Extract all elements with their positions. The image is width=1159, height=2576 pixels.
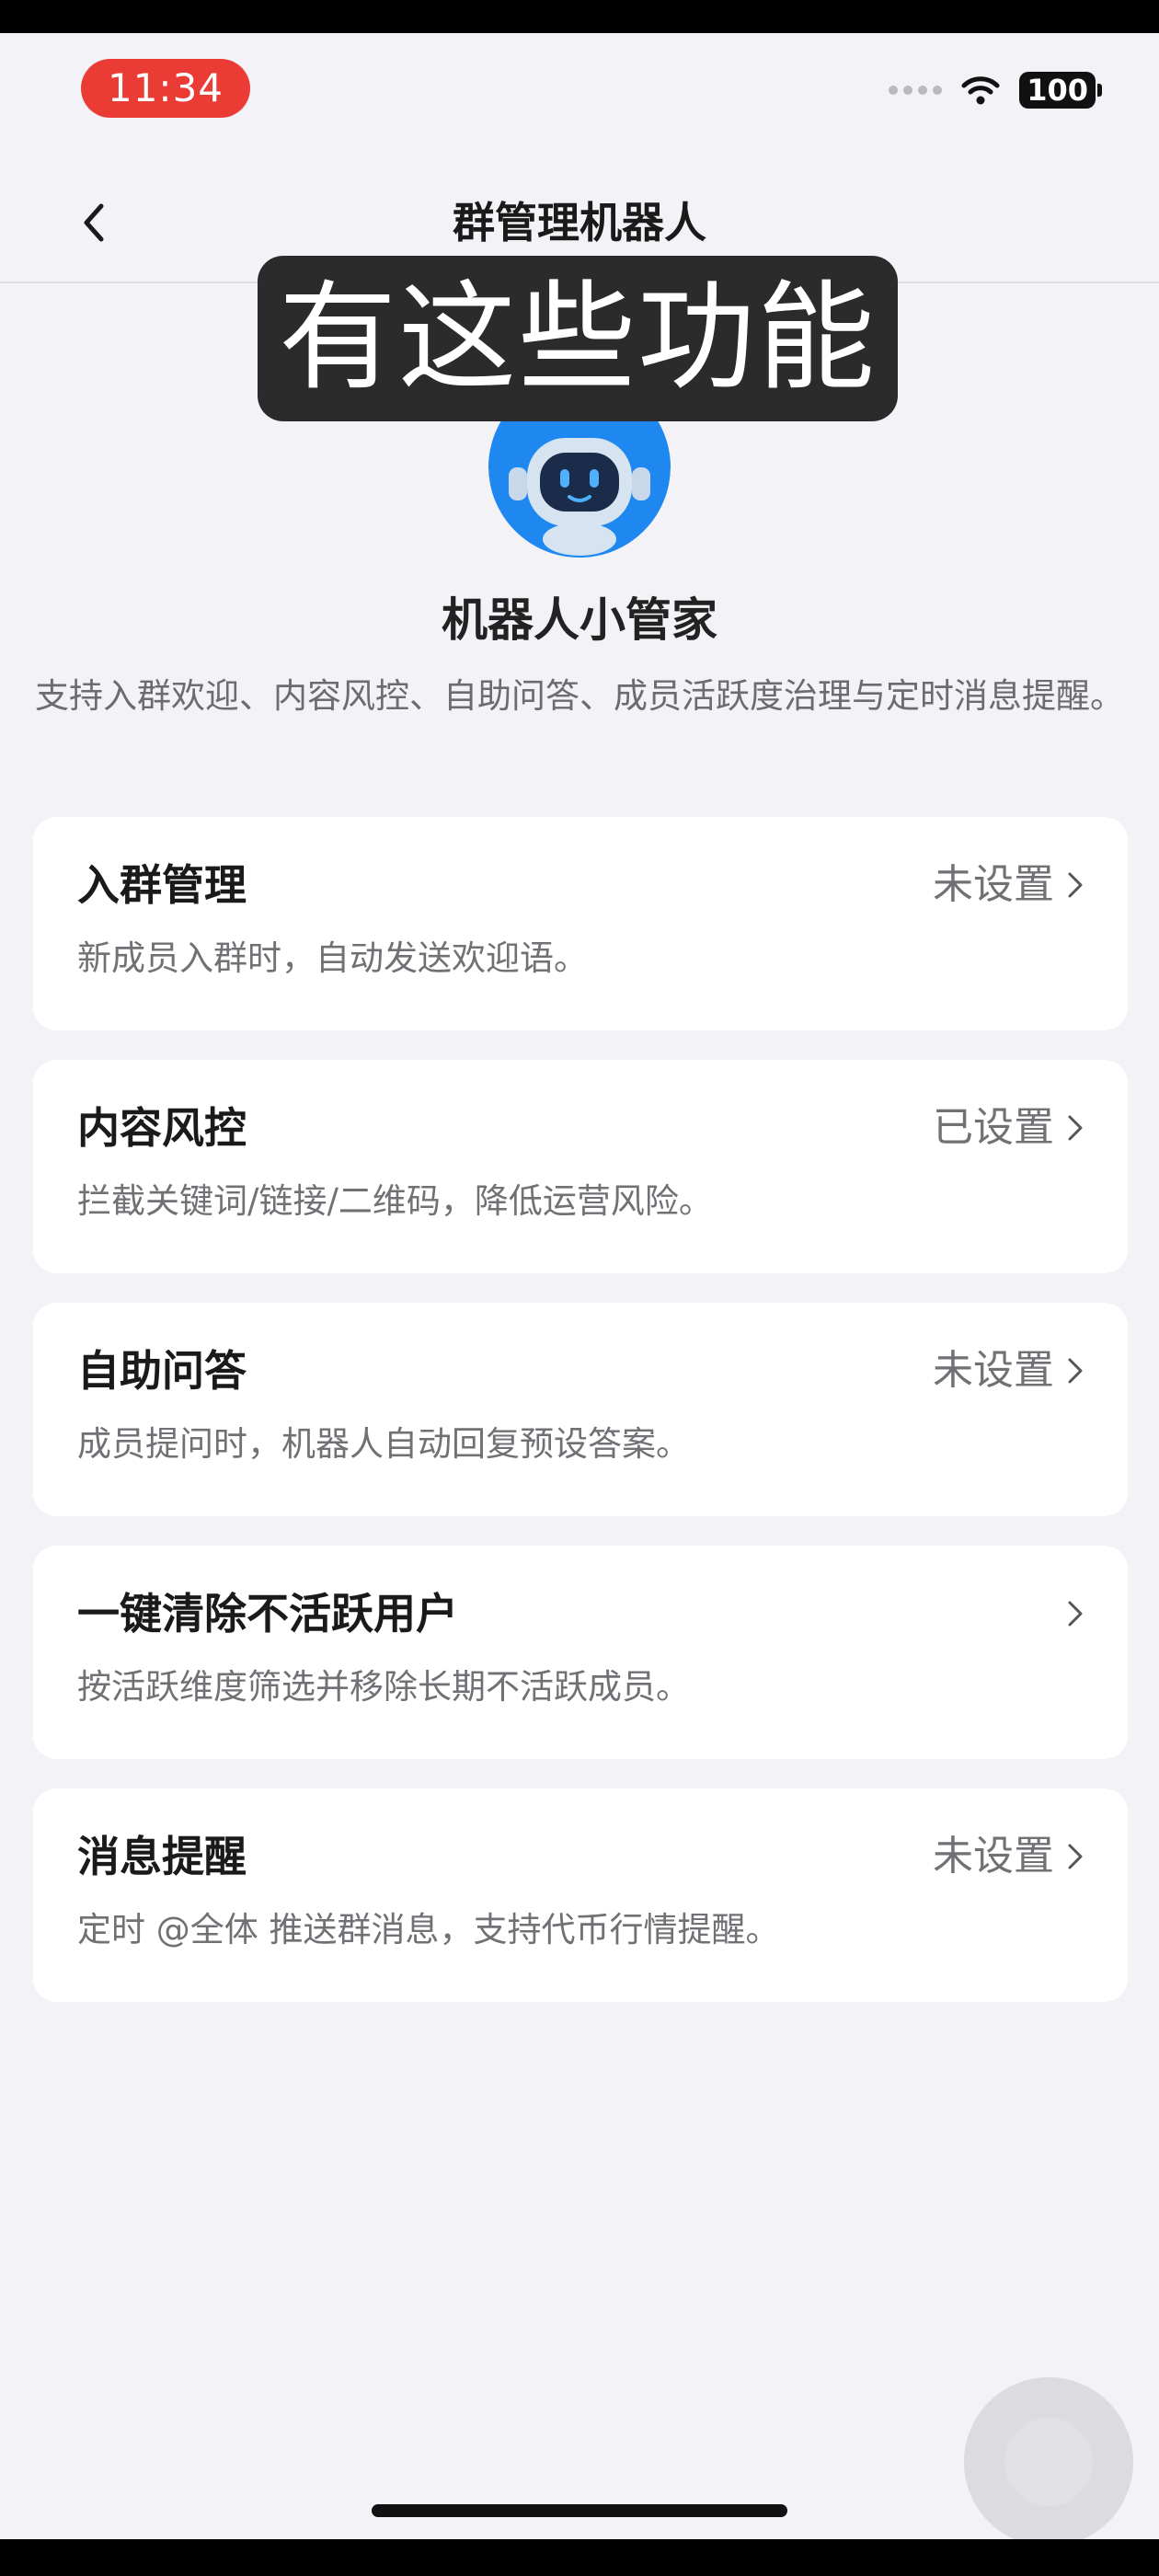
chevron-right-icon xyxy=(1068,1601,1083,1627)
feature-description: 成员提问时，机器人自动回复预设答案。 xyxy=(77,1424,690,1464)
video-caption-overlay: 有这些功能 xyxy=(258,256,898,421)
feature-status-area: 未设置 xyxy=(933,1829,1084,1884)
chevron-right-icon xyxy=(1068,1844,1083,1869)
feature-status: 已设置 xyxy=(933,1104,1054,1151)
bot-name: 机器人小管家 xyxy=(442,593,717,647)
feature-status: 未设置 xyxy=(933,861,1054,908)
battery-level: 100 xyxy=(1019,72,1096,109)
battery-icon: 100 xyxy=(1019,72,1102,109)
assistive-touch-icon xyxy=(1004,2418,1093,2506)
feature-description: 新成员入群时，自动发送欢迎语。 xyxy=(77,938,588,978)
feature-status: 未设置 xyxy=(933,1833,1054,1880)
feature-status-area: 未设置 xyxy=(933,1343,1084,1398)
screen: 11:34 100 群管理机器人 有这些功能 机器人小管家 支持入群欢迎、内容风… xyxy=(0,33,1159,2539)
feature-title: 内容风控 xyxy=(77,1103,247,1153)
feature-status-area: 未设置 xyxy=(933,857,1084,913)
feature-title: 入群管理 xyxy=(77,860,247,910)
feature-card-message-reminder[interactable]: 消息提醒 未设置 定时 @全体 推送群消息，支持代币行情提醒。 xyxy=(33,1788,1128,2002)
chevron-right-icon xyxy=(1068,1358,1083,1384)
feature-title: 消息提醒 xyxy=(77,1832,247,1881)
bot-description: 支持入群欢迎、内容风控、自助问答、成员活跃度治理与定时消息提醒。 xyxy=(35,676,1124,716)
feature-card-self-service-qa[interactable]: 自助问答 未设置 成员提问时，机器人自动回复预设答案。 xyxy=(33,1303,1128,1516)
feature-description: 定时 @全体 推送群消息，支持代币行情提醒。 xyxy=(77,1910,780,1949)
wifi-icon xyxy=(961,76,1000,105)
feature-card-content-moderation[interactable]: 内容风控 已设置 拦截关键词/链接/二维码，降低运营风险。 xyxy=(33,1060,1128,1273)
cellular-signal-icon xyxy=(889,86,943,95)
robot-icon xyxy=(488,401,671,558)
chevron-right-icon xyxy=(1068,1115,1083,1141)
feature-status-area: 已设置 xyxy=(933,1100,1084,1156)
feature-status-area xyxy=(1054,1586,1084,1641)
feature-status: 未设置 xyxy=(933,1347,1054,1394)
feature-card-join-management[interactable]: 入群管理 未设置 新成员入群时，自动发送欢迎语。 xyxy=(33,817,1128,1030)
page-title: 群管理机器人 xyxy=(453,198,706,247)
feature-description: 拦截关键词/链接/二维码，降低运营风险。 xyxy=(77,1181,713,1221)
feature-card-remove-inactive-users[interactable]: 一键清除不活跃用户 按活跃维度筛选并移除长期不活跃成员。 xyxy=(33,1546,1128,1759)
assistive-touch-button[interactable] xyxy=(964,2377,1133,2539)
feature-title: 一键清除不活跃用户 xyxy=(77,1589,458,1639)
home-indicator[interactable] xyxy=(372,2504,787,2517)
feature-description: 按活跃维度筛选并移除长期不活跃成员。 xyxy=(77,1667,690,1707)
feature-title: 自助问答 xyxy=(77,1346,247,1396)
chevron-right-icon xyxy=(1068,872,1083,898)
status-icons: 100 xyxy=(889,72,1102,109)
status-time: 11:34 xyxy=(81,59,250,118)
bot-avatar xyxy=(488,401,671,558)
